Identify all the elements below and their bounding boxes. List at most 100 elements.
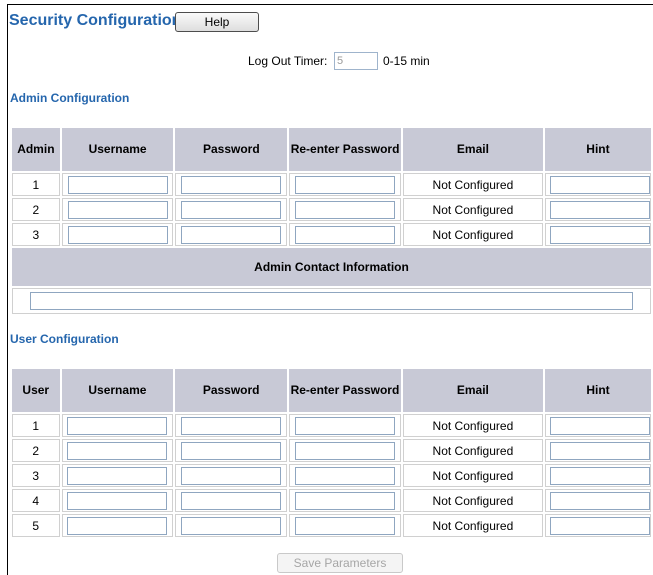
username-input[interactable] xyxy=(67,441,168,460)
admin-row: 3 Not Configured xyxy=(12,223,651,246)
user-row: 1 Not Configured xyxy=(12,414,651,437)
admin-col-header: Admin xyxy=(12,128,60,171)
reenter-password-input[interactable] xyxy=(294,491,395,510)
hint-input[interactable] xyxy=(549,466,650,485)
user-row: 4 Not Configured xyxy=(12,489,651,512)
user-number: 3 xyxy=(12,464,60,487)
hint-cell xyxy=(544,439,651,462)
username-cell xyxy=(61,198,174,221)
reenter-password-cell xyxy=(289,464,401,487)
reenter-password-input[interactable] xyxy=(295,225,396,244)
username-col-header: Username xyxy=(61,369,174,412)
logout-timer-input[interactable] xyxy=(334,52,378,70)
username-cell xyxy=(61,489,174,512)
email-status: Not Configured xyxy=(402,198,543,221)
user-number: 4 xyxy=(12,489,60,512)
email-status: Not Configured xyxy=(402,173,543,196)
username-input[interactable] xyxy=(67,516,168,535)
reenter-password-cell xyxy=(289,223,401,246)
email-status: Not Configured xyxy=(402,489,543,512)
password-input[interactable] xyxy=(181,416,282,435)
admin-number: 3 xyxy=(12,223,60,246)
hint-cell xyxy=(544,173,651,196)
password-cell xyxy=(175,514,288,537)
password-cell xyxy=(175,173,288,196)
password-input[interactable] xyxy=(181,491,282,510)
hint-cell xyxy=(544,414,651,437)
username-input[interactable] xyxy=(67,200,168,219)
user-configuration-heading: User Configuration xyxy=(10,332,119,346)
username-col-header: Username xyxy=(61,128,174,171)
reenter-password-input[interactable] xyxy=(294,466,395,485)
reenter-password-input[interactable] xyxy=(294,441,395,460)
password-input[interactable] xyxy=(181,200,282,219)
hint-input[interactable] xyxy=(549,416,650,435)
password-input[interactable] xyxy=(181,175,282,194)
password-input[interactable] xyxy=(181,441,282,460)
email-status: Not Configured xyxy=(402,514,543,537)
reenter-password-cell xyxy=(289,439,401,462)
hint-col-header: Hint xyxy=(544,128,651,171)
reenter-password-input[interactable] xyxy=(294,416,395,435)
password-cell xyxy=(175,414,288,437)
username-cell xyxy=(61,464,174,487)
logout-timer-range: 0-15 min xyxy=(383,54,430,68)
email-status: Not Configured xyxy=(402,223,543,246)
reenter-password-col-header: Re-enter Password xyxy=(289,369,401,412)
hint-col-header: Hint xyxy=(544,369,651,412)
username-cell xyxy=(61,414,174,437)
password-cell xyxy=(175,464,288,487)
reenter-password-cell xyxy=(289,489,401,512)
hint-input[interactable] xyxy=(549,516,650,535)
admin-table: Admin Username Password Re-enter Passwor… xyxy=(10,126,653,316)
hint-input[interactable] xyxy=(549,175,650,194)
hint-input[interactable] xyxy=(549,225,650,244)
hint-input[interactable] xyxy=(549,491,650,510)
username-input[interactable] xyxy=(67,225,168,244)
username-input[interactable] xyxy=(67,491,168,510)
username-input[interactable] xyxy=(67,466,168,485)
email-status: Not Configured xyxy=(402,464,543,487)
reenter-password-col-header: Re-enter Password xyxy=(289,128,401,171)
password-cell xyxy=(175,489,288,512)
email-status: Not Configured xyxy=(402,414,543,437)
hint-input[interactable] xyxy=(549,441,650,460)
logout-timer-label: Log Out Timer: xyxy=(248,54,328,68)
reenter-password-input[interactable] xyxy=(295,200,396,219)
reenter-password-cell xyxy=(289,514,401,537)
password-input[interactable] xyxy=(181,466,282,485)
user-table: User Username Password Re-enter Password… xyxy=(10,367,653,539)
hint-cell xyxy=(544,223,651,246)
user-number: 2 xyxy=(12,439,60,462)
admin-row: 2 Not Configured xyxy=(12,198,651,221)
admin-number: 1 xyxy=(12,173,60,196)
reenter-password-cell xyxy=(289,414,401,437)
username-input[interactable] xyxy=(67,416,168,435)
hint-input[interactable] xyxy=(549,200,650,219)
reenter-password-input[interactable] xyxy=(295,175,396,194)
help-button[interactable]: Help xyxy=(175,12,259,32)
reenter-password-input[interactable] xyxy=(294,516,395,535)
admin-contact-input[interactable] xyxy=(30,292,633,310)
hint-cell xyxy=(544,464,651,487)
reenter-password-cell xyxy=(289,198,401,221)
password-input[interactable] xyxy=(181,225,282,244)
user-number: 1 xyxy=(12,414,60,437)
username-cell xyxy=(61,439,174,462)
hint-cell xyxy=(544,514,651,537)
username-cell xyxy=(61,514,174,537)
password-cell xyxy=(175,439,288,462)
user-row: 5 Not Configured xyxy=(12,514,651,537)
password-col-header: Password xyxy=(175,128,288,171)
admin-row: 1 Not Configured xyxy=(12,173,651,196)
admin-number: 2 xyxy=(12,198,60,221)
reenter-password-cell xyxy=(289,173,401,196)
hint-cell xyxy=(544,198,651,221)
page-title: Security Configuration xyxy=(9,12,182,29)
username-input[interactable] xyxy=(67,175,168,194)
save-parameters-button[interactable]: Save Parameters xyxy=(277,553,403,573)
password-input[interactable] xyxy=(181,516,282,535)
password-col-header: Password xyxy=(175,369,288,412)
hint-cell xyxy=(544,489,651,512)
email-status: Not Configured xyxy=(402,439,543,462)
